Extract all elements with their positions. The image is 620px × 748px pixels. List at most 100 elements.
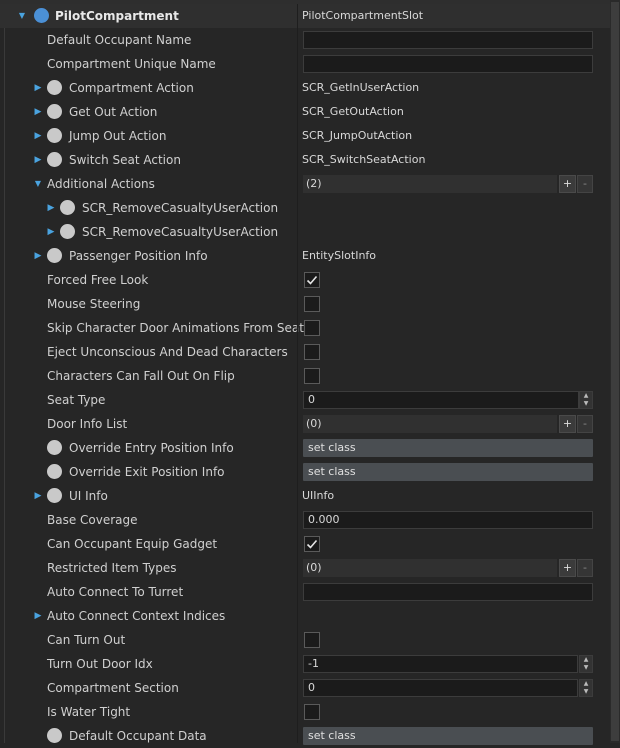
expand-arrow-icon[interactable]: ▶	[33, 148, 43, 172]
property-row-jump-out-action: ▶ Jump Out Action SCR_JumpOutAction	[0, 124, 610, 148]
property-text-field[interactable]: 0.000	[303, 511, 593, 529]
checkbox-unchecked[interactable]	[304, 368, 320, 384]
expand-arrow-icon[interactable]: ▶	[33, 100, 43, 124]
object-circle-icon	[60, 224, 75, 239]
property-label: Auto Connect Context Indices	[47, 609, 226, 623]
column-separator[interactable]	[297, 4, 298, 743]
add-element-button[interactable]: +	[559, 175, 576, 193]
property-row-get-out-action: ▶ Get Out Action SCR_GetOutAction	[0, 100, 610, 124]
property-row-can-turn-out: Can Turn Out	[0, 628, 610, 652]
object-circle-icon	[47, 728, 62, 743]
property-label: Door Info List	[47, 417, 128, 431]
property-label: SCR_RemoveCasualtyUserAction	[82, 201, 279, 215]
expand-arrow-icon[interactable]: ▶	[46, 220, 56, 244]
property-label: Auto Connect To Turret	[47, 585, 184, 599]
property-label: Forced Free Look	[47, 273, 149, 287]
object-circle-icon	[47, 152, 62, 167]
number-spinner[interactable]: ▲ ▼	[579, 679, 593, 697]
object-circle-icon	[47, 464, 62, 479]
property-row-fall-out-on-flip: Characters Can Fall Out On Flip	[0, 364, 610, 388]
set-class-button[interactable]: set class	[303, 727, 593, 745]
checkbox-unchecked[interactable]	[304, 344, 320, 360]
property-row-default-occupant-name: Default Occupant Name	[0, 28, 610, 52]
property-label: SCR_RemoveCasualtyUserAction	[82, 225, 279, 239]
expand-arrow-icon[interactable]: ▶	[33, 484, 43, 508]
object-circle-icon	[47, 80, 62, 95]
array-count-field: (0)	[303, 415, 557, 433]
object-circle-icon	[47, 248, 62, 263]
remove-element-button[interactable]: -	[577, 415, 593, 433]
set-class-button[interactable]: set class	[303, 439, 593, 457]
checkbox-unchecked[interactable]	[304, 632, 320, 648]
property-value: EntitySlotInfo	[302, 249, 377, 262]
remove-element-button[interactable]: -	[577, 559, 593, 577]
property-number-field[interactable]: 0	[303, 391, 579, 409]
property-row-additional-actions: ▼ Additional Actions (2) + -	[0, 172, 610, 196]
property-label: Override Exit Position Info	[69, 465, 225, 479]
property-label: Compartment Unique Name	[47, 57, 216, 71]
checkmark-icon	[306, 275, 318, 285]
expand-arrow-icon[interactable]: ▶	[33, 76, 43, 100]
property-value: UIInfo	[302, 489, 335, 502]
property-row-ui-info: ▶ UI Info UIInfo	[0, 484, 610, 508]
property-text-field[interactable]	[303, 583, 593, 601]
add-element-button[interactable]: +	[559, 415, 576, 433]
checkbox-unchecked[interactable]	[304, 320, 320, 336]
property-row-eject-unconscious: Eject Unconscious And Dead Characters	[0, 340, 610, 364]
vertical-scrollbar[interactable]	[610, 0, 620, 743]
expand-arrow-icon[interactable]: ▶	[33, 124, 43, 148]
property-row-default-occupant-data: Default Occupant Data set class	[0, 724, 610, 748]
expand-arrow-icon[interactable]: ▶	[33, 604, 43, 628]
property-label: Default Occupant Data	[69, 729, 207, 743]
property-label: Default Occupant Name	[47, 33, 192, 47]
property-row-override-entry-position: Override Entry Position Info set class	[0, 436, 610, 460]
checkbox-unchecked[interactable]	[304, 296, 320, 312]
remove-element-button[interactable]: -	[577, 175, 593, 193]
collapse-arrow-icon[interactable]: ▼	[33, 172, 43, 196]
property-list: ▼ PilotCompartment PilotCompartmentSlot Def…	[0, 4, 610, 748]
property-row-restricted-item-types: Restricted Item Types (0) + -	[0, 556, 610, 580]
scrollbar-thumb[interactable]	[611, 2, 619, 741]
property-text-field[interactable]	[303, 31, 593, 49]
property-label: Skip Character Door Animations From Seat	[47, 321, 304, 335]
property-row-compartment-unique-name: Compartment Unique Name	[0, 52, 610, 76]
property-text-field[interactable]	[303, 55, 593, 73]
expand-arrow-icon[interactable]: ▶	[33, 244, 43, 268]
property-row-turn-out-door-idx: Turn Out Door Idx -1 ▲ ▼	[0, 652, 610, 676]
property-value: SCR_GetOutAction	[302, 105, 404, 118]
checkbox-checked[interactable]	[304, 272, 320, 288]
property-label: Eject Unconscious And Dead Characters	[47, 345, 288, 359]
add-element-button[interactable]: +	[559, 559, 576, 577]
property-row-auto-connect-context: ▶ Auto Connect Context Indices	[0, 604, 610, 628]
property-row-is-water-tight: Is Water Tight	[0, 700, 610, 724]
property-label: Jump Out Action	[69, 129, 167, 143]
checkbox-checked[interactable]	[304, 536, 320, 552]
property-label: Override Entry Position Info	[69, 441, 234, 455]
property-number-field[interactable]: 0	[303, 679, 578, 697]
object-circle-icon	[60, 200, 75, 215]
object-circle-icon	[47, 488, 62, 503]
property-label: Turn Out Door Idx	[47, 657, 153, 671]
number-spinner[interactable]: ▲ ▼	[579, 391, 593, 409]
property-row-forced-free-look: Forced Free Look	[0, 268, 610, 292]
property-label: Characters Can Fall Out On Flip	[47, 369, 235, 383]
checkbox-unchecked[interactable]	[304, 704, 320, 720]
property-row-switch-seat-action: ▶ Switch Seat Action SCR_SwitchSeatAction	[0, 148, 610, 172]
property-row-can-equip-gadget: Can Occupant Equip Gadget	[0, 532, 610, 556]
collapse-arrow-icon[interactable]: ▼	[17, 4, 27, 28]
number-spinner[interactable]: ▲ ▼	[579, 655, 593, 673]
property-label: Is Water Tight	[47, 705, 131, 719]
property-label: Additional Actions	[47, 177, 155, 191]
property-row-seat-type: Seat Type 0 ▲ ▼	[0, 388, 610, 412]
array-count-field: (2)	[303, 175, 557, 193]
checkmark-icon	[306, 539, 318, 549]
set-class-button[interactable]: set class	[303, 463, 593, 481]
property-label: Get Out Action	[69, 105, 158, 119]
property-row-pilot-compartment: ▼ PilotCompartment PilotCompartmentSlot	[0, 4, 610, 28]
property-row-override-exit-position: Override Exit Position Info set class	[0, 460, 610, 484]
property-number-field[interactable]: -1	[303, 655, 578, 673]
property-label: Switch Seat Action	[69, 153, 181, 167]
expand-arrow-icon[interactable]: ▶	[46, 196, 56, 220]
object-circle-icon	[47, 128, 62, 143]
property-row-base-coverage: Base Coverage 0.000	[0, 508, 610, 532]
